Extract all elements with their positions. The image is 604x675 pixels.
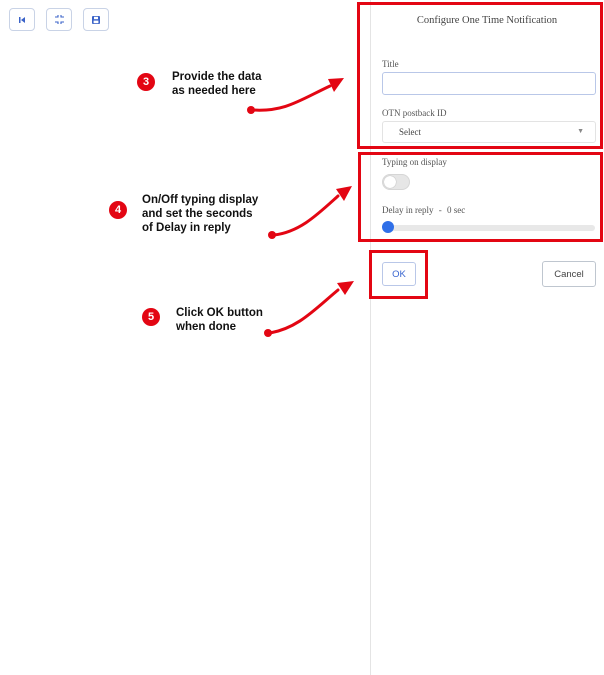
annotation-arrows [247, 78, 354, 337]
arrow-4 [268, 186, 352, 239]
arrow-5 [264, 281, 354, 337]
arrow-3 [247, 78, 344, 114]
